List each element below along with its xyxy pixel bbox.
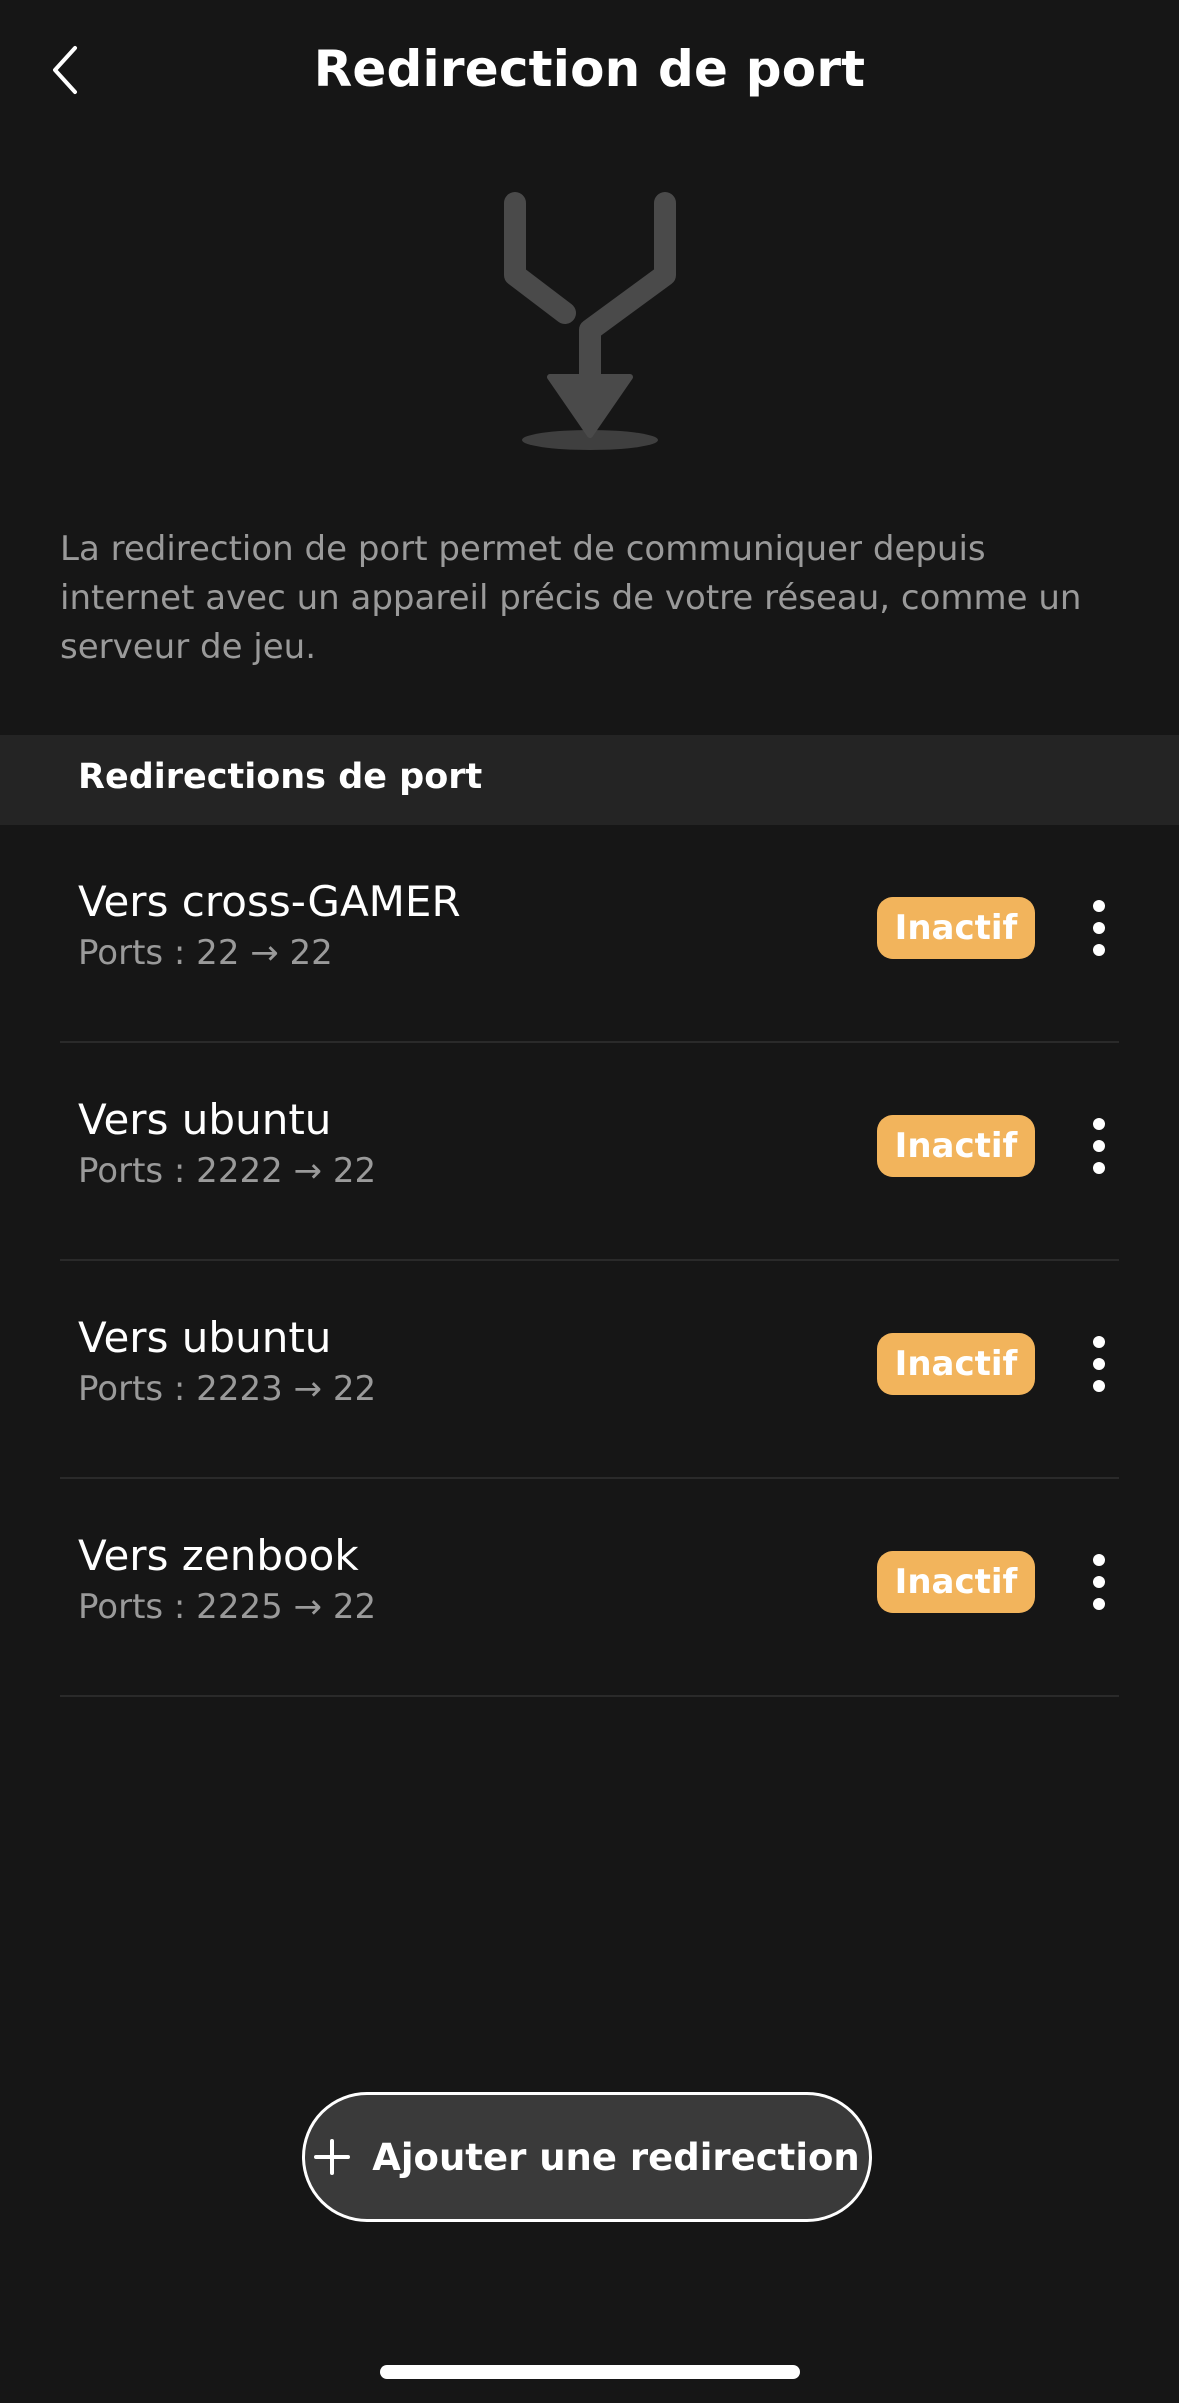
plus-icon <box>314 2139 351 2175</box>
more-vertical-icon <box>1093 1336 1105 1392</box>
section-title: Redirections de port <box>78 757 483 797</box>
redirection-title: Vers ubuntu <box>78 1313 332 1362</box>
list-item[interactable]: Vers ubuntu Ports : 2223 → 22 Inactif <box>60 1261 1119 1479</box>
redirection-ports: Ports : 22 → 22 <box>78 933 333 973</box>
list-item[interactable]: Vers zenbook Ports : 2225 → 22 Inactif <box>60 1479 1119 1697</box>
redirection-title: Vers ubuntu <box>78 1095 332 1144</box>
page-title: Redirection de port <box>313 40 866 98</box>
more-vertical-icon <box>1093 1118 1105 1174</box>
redirection-title: Vers cross-GAMER <box>78 877 461 926</box>
redirection-title: Vers zenbook <box>78 1531 359 1580</box>
redirection-ports: Ports : 2222 → 22 <box>78 1151 377 1191</box>
more-options-button[interactable] <box>1079 883 1119 973</box>
status-badge: Inactif <box>877 1551 1035 1613</box>
redirection-ports: Ports : 2223 → 22 <box>78 1369 377 1409</box>
status-badge: Inactif <box>877 897 1035 959</box>
more-options-button[interactable] <box>1079 1101 1119 1191</box>
list-item[interactable]: Vers ubuntu Ports : 2222 → 22 Inactif <box>60 1043 1119 1261</box>
status-badge: Inactif <box>877 1115 1035 1177</box>
add-redirection-button[interactable]: Ajouter une redirection <box>302 2092 872 2222</box>
top-bar: Redirection de port <box>0 0 1179 150</box>
section-header: Redirections de port <box>0 735 1179 825</box>
feature-description: La redirection de port permet de communi… <box>60 529 1082 667</box>
add-redirection-label: Ajouter une redirection <box>372 2135 860 2179</box>
status-badge: Inactif <box>877 1333 1035 1395</box>
more-options-button[interactable] <box>1079 1537 1119 1627</box>
more-options-button[interactable] <box>1079 1319 1119 1409</box>
home-indicator[interactable] <box>380 2365 800 2379</box>
port-forward-merge-icon <box>480 185 700 465</box>
redirection-list: Vers cross-GAMER Ports : 22 → 22 Inactif… <box>0 825 1179 1697</box>
list-item[interactable]: Vers cross-GAMER Ports : 22 → 22 Inactif <box>60 825 1119 1043</box>
redirection-ports: Ports : 2225 → 22 <box>78 1587 377 1627</box>
more-vertical-icon <box>1093 1554 1105 1610</box>
more-vertical-icon <box>1093 900 1105 956</box>
